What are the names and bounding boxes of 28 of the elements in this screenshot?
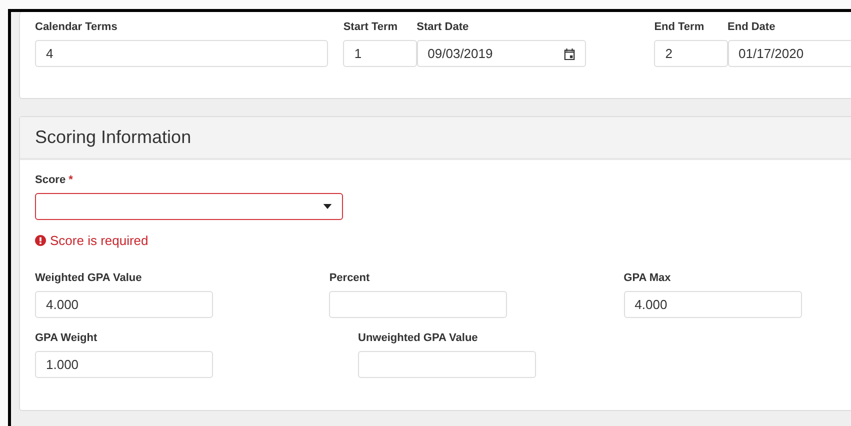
score-dropdown[interactable] (35, 193, 343, 220)
input-field[interactable]: 4.000 (35, 291, 213, 318)
input-field[interactable]: 1 (343, 40, 417, 67)
field-label: Calendar Terms (35, 21, 118, 34)
error-message: Score is required (50, 233, 148, 248)
input-field[interactable]: 01/17/2020 (728, 40, 851, 67)
input-field[interactable]: 1.000 (35, 351, 213, 378)
field-label: Start Date (416, 21, 470, 34)
caret-icon (323, 204, 332, 209)
input-field[interactable]: 4.000 (624, 291, 802, 318)
field-label: GPA Weight (35, 332, 98, 345)
input-field[interactable] (358, 351, 536, 378)
required-mark: * (68, 174, 73, 186)
field-label: GPA Max (624, 272, 672, 285)
date-field[interactable]: 09/03/2019 (416, 40, 586, 67)
field-label: Unweighted GPA Value (358, 332, 479, 345)
input-field[interactable] (329, 291, 508, 318)
section-title: Scoring Information (35, 127, 192, 148)
field-label: Weighted GPA Value (35, 272, 143, 285)
field-label: Score (35, 174, 66, 186)
field-label: End Date (728, 21, 776, 34)
field-label: Percent (329, 272, 371, 285)
field-label: End Term (654, 21, 706, 34)
field-label: Start Term (343, 21, 399, 34)
input-field[interactable]: 2 (654, 40, 728, 67)
alert-icon (35, 235, 46, 246)
calendar-icon[interactable] (564, 48, 576, 60)
input-field[interactable]: 4 (35, 40, 328, 67)
